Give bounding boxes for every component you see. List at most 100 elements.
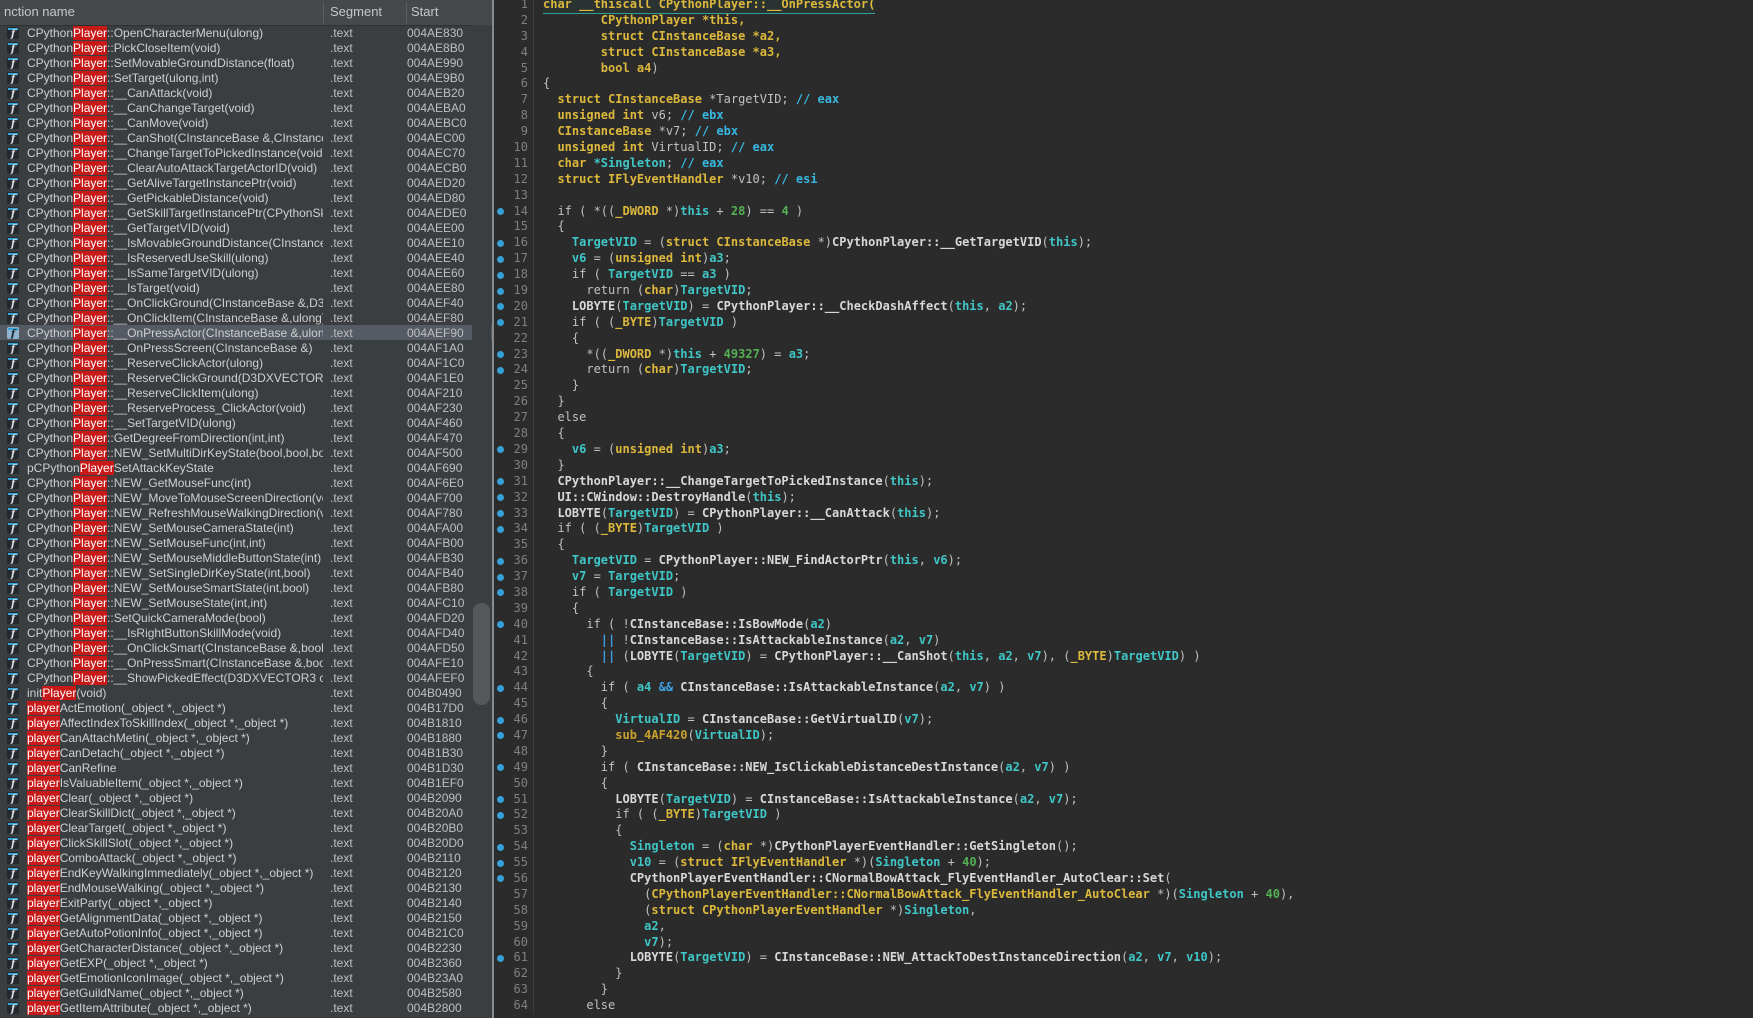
function-row[interactable]: fCPythonPlayer::__CanChangeTarget(void).…: [0, 100, 492, 115]
pseudocode-line[interactable]: 29 v6 = (unsigned int)a3;: [494, 442, 1753, 458]
function-row[interactable]: fCPythonPlayer::__ChangeTargetToPickedIn…: [0, 145, 492, 160]
function-row[interactable]: fCPythonPlayer::NEW_SetSingleDirKeyState…: [0, 565, 492, 580]
pseudocode-line[interactable]: 8 unsigned int v6; // ebx: [494, 108, 1753, 124]
function-row[interactable]: fCPythonPlayer::__OnClickItem(CInstanceB…: [0, 310, 492, 325]
function-row[interactable]: fplayerGetAlignmentData(_object *,_objec…: [0, 910, 492, 925]
pseudocode-line[interactable]: 64 else: [494, 998, 1753, 1014]
pseudocode-line[interactable]: 2 CPythonPlayer *this,: [494, 13, 1753, 29]
pseudocode-line[interactable]: 15 {: [494, 219, 1753, 235]
function-row[interactable]: fCPythonPlayer::NEW_GetMouseFunc(int).te…: [0, 475, 492, 490]
function-row[interactable]: fCPythonPlayer::__OnPressActor(CInstance…: [0, 325, 492, 340]
pseudocode-line[interactable]: 42 || (LOBYTE(TargetVID) = CPythonPlayer…: [494, 649, 1753, 665]
function-row[interactable]: fplayerCanRefine.text004B1D30: [0, 760, 492, 775]
pseudocode-line[interactable]: 11 char *Singleton; // eax: [494, 156, 1753, 172]
pseudocode-line[interactable]: 22 {: [494, 331, 1753, 347]
pseudocode-line[interactable]: 6{: [494, 76, 1753, 92]
function-row[interactable]: fCPythonPlayer::__OnClickSmart(CInstance…: [0, 640, 492, 655]
function-row[interactable]: fplayerClearTarget(_object *,_object *).…: [0, 820, 492, 835]
pseudocode-line[interactable]: 56 CPythonPlayerEventHandler::CNormalBow…: [494, 871, 1753, 887]
function-row[interactable]: fCPythonPlayer::__IsSameTargetVID(ulong)…: [0, 265, 492, 280]
pseudocode-line[interactable]: 34 if ( (_BYTE)TargetVID ): [494, 521, 1753, 537]
pseudocode-line[interactable]: 59 a2,: [494, 919, 1753, 935]
function-row[interactable]: fplayerEndMouseWalking(_object *,_object…: [0, 880, 492, 895]
pseudocode-line[interactable]: 40 if ( !CInstanceBase::IsBowMode(a2): [494, 617, 1753, 633]
function-row[interactable]: fCPythonPlayer::NEW_SetMultiDirKeyState(…: [0, 445, 492, 460]
pseudocode-line[interactable]: 1char __thiscall CPythonPlayer::__OnPres…: [494, 0, 1753, 13]
function-row[interactable]: fplayerExitParty(_object *,_object *).te…: [0, 895, 492, 910]
function-row[interactable]: fCPythonPlayer::__ReserveProcess_ClickAc…: [0, 400, 492, 415]
function-row[interactable]: fCPythonPlayer::__ClearAutoAttackTargetA…: [0, 160, 492, 175]
pseudocode-line[interactable]: 36 TargetVID = CPythonPlayer::NEW_FindAc…: [494, 553, 1753, 569]
pseudocode-line[interactable]: 20 LOBYTE(TargetVID) = CPythonPlayer::__…: [494, 299, 1753, 315]
pseudocode-line[interactable]: 55 v10 = (struct IFlyEventHandler *)(Sin…: [494, 855, 1753, 871]
pseudocode-line[interactable]: 39 {: [494, 601, 1753, 617]
pseudocode-line[interactable]: 27 else: [494, 410, 1753, 426]
pseudocode-line[interactable]: 3 struct CInstanceBase *a2,: [494, 29, 1753, 45]
column-header-function-name[interactable]: nction name: [4, 4, 75, 19]
pseudocode-line[interactable]: 60 v7);: [494, 935, 1753, 951]
pseudocode-line[interactable]: 43 {: [494, 664, 1753, 680]
column-divider[interactable]: [323, 2, 324, 23]
function-row[interactable]: fCPythonPlayer::SetQuickCameraMode(bool)…: [0, 610, 492, 625]
pseudocode-line[interactable]: 53 {: [494, 823, 1753, 839]
function-row[interactable]: fCPythonPlayer::SetMovableGroundDistance…: [0, 55, 492, 70]
function-row[interactable]: fCPythonPlayer::__OnPressScreen(CInstanc…: [0, 340, 492, 355]
pseudocode-line[interactable]: 21 if ( (_BYTE)TargetVID ): [494, 315, 1753, 331]
function-row[interactable]: fplayerGetCharacterDistance(_object *,_o…: [0, 940, 492, 955]
pseudocode-line[interactable]: 31 CPythonPlayer::__ChangeTargetToPicked…: [494, 474, 1753, 490]
pseudocode-line[interactable]: 14 if ( *((_DWORD *)this + 28) == 4 ): [494, 204, 1753, 220]
pseudocode-line[interactable]: 37 v7 = TargetVID;: [494, 569, 1753, 585]
pseudocode-line[interactable]: 50 {: [494, 776, 1753, 792]
pseudocode-line[interactable]: 54 Singleton = (char *)CPythonPlayerEven…: [494, 839, 1753, 855]
pseudocode-line[interactable]: 13: [494, 188, 1753, 204]
function-row[interactable]: fCPythonPlayer::__GetSkillTargetInstance…: [0, 205, 492, 220]
pseudocode-line[interactable]: 10 unsigned int VirtualID; // eax: [494, 140, 1753, 156]
pseudocode-line[interactable]: 38 if ( TargetVID ): [494, 585, 1753, 601]
pseudocode-line[interactable]: 46 VirtualID = CInstanceBase::GetVirtual…: [494, 712, 1753, 728]
pseudocode-line[interactable]: 62 }: [494, 966, 1753, 982]
function-row[interactable]: fCPythonPlayer::__GetAliveTargetInstance…: [0, 175, 492, 190]
functions-scrollbar[interactable]: [472, 25, 491, 1018]
function-row[interactable]: fCPythonPlayer::PickCloseItem(void).text…: [0, 40, 492, 55]
pseudocode-line[interactable]: 48 }: [494, 744, 1753, 760]
pseudocode-line[interactable]: 9 CInstanceBase *v7; // ebx: [494, 124, 1753, 140]
pseudocode-line[interactable]: 7 struct CInstanceBase *TargetVID; // ea…: [494, 92, 1753, 108]
function-row[interactable]: fCPythonPlayer::OpenCharacterMenu(ulong)…: [0, 25, 492, 40]
pseudocode-line[interactable]: 30 }: [494, 458, 1753, 474]
column-header-start[interactable]: Start: [411, 4, 438, 19]
function-row[interactable]: fCPythonPlayer::SetTarget(ulong,int).tex…: [0, 70, 492, 85]
function-row[interactable]: fCPythonPlayer::NEW_SetMouseState(int,in…: [0, 595, 492, 610]
pseudocode-line[interactable]: 41 || !CInstanceBase::IsAttackableInstan…: [494, 633, 1753, 649]
function-row[interactable]: fplayerGetGuildName(_object *,_object *)…: [0, 985, 492, 1000]
pseudocode-line[interactable]: 63 }: [494, 982, 1753, 998]
function-row[interactable]: fCPythonPlayer::__ReserveClickActor(ulon…: [0, 355, 492, 370]
function-row[interactable]: fCPythonPlayer::__ReserveClickItem(ulong…: [0, 385, 492, 400]
function-row[interactable]: fplayerCanDetach(_object *,_object *).te…: [0, 745, 492, 760]
function-row[interactable]: fCPythonPlayer::NEW_SetMouseCameraState(…: [0, 520, 492, 535]
pseudocode-line[interactable]: 24 return (char)TargetVID;: [494, 362, 1753, 378]
function-row[interactable]: fCPythonPlayer::__GetPickableDistance(vo…: [0, 190, 492, 205]
function-row[interactable]: fCPythonPlayer::__SetTargetVID(ulong).te…: [0, 415, 492, 430]
function-row[interactable]: fplayerCanAttachMetin(_object *,_object …: [0, 730, 492, 745]
function-row[interactable]: fCPythonPlayer::__GetTargetVID(void).tex…: [0, 220, 492, 235]
function-row[interactable]: fCPythonPlayer::GetDegreeFromDirection(i…: [0, 430, 492, 445]
functions-scrollbar-thumb[interactable]: [473, 603, 490, 705]
function-row[interactable]: fCPythonPlayer::__IsRightButtonSkillMode…: [0, 625, 492, 640]
function-row[interactable]: fCPythonPlayer::__CanShot(CInstanceBase …: [0, 130, 492, 145]
function-row[interactable]: fpCPythonPlayerSetAttackKeyState.text004…: [0, 460, 492, 475]
function-row[interactable]: fCPythonPlayer::NEW_SetMouseSmartState(i…: [0, 580, 492, 595]
function-row[interactable]: fCPythonPlayer::NEW_MoveToMouseScreenDir…: [0, 490, 492, 505]
column-divider[interactable]: [406, 2, 407, 23]
pseudocode-line[interactable]: 51 LOBYTE(TargetVID) = CInstanceBase::Is…: [494, 792, 1753, 808]
function-row[interactable]: fCPythonPlayer::__OnPressSmart(CInstance…: [0, 655, 492, 670]
pseudocode-line[interactable]: 16 TargetVID = (struct CInstanceBase *)C…: [494, 235, 1753, 251]
pseudocode-line[interactable]: 44 if ( a4 && CInstanceBase::IsAttackabl…: [494, 680, 1753, 696]
function-row[interactable]: fplayerComboAttack(_object *,_object *).…: [0, 850, 492, 865]
pseudocode-line[interactable]: 33 LOBYTE(TargetVID) = CPythonPlayer::__…: [494, 506, 1753, 522]
pseudocode-line[interactable]: 35 {: [494, 537, 1753, 553]
pseudocode-line[interactable]: 49 if ( CInstanceBase::NEW_IsClickableDi…: [494, 760, 1753, 776]
pseudocode-line[interactable]: 57 (CPythonPlayerEventHandler::CNormalBo…: [494, 887, 1753, 903]
function-row[interactable]: fplayerClearSkillDict(_object *,_object …: [0, 805, 492, 820]
function-row[interactable]: fCPythonPlayer::__CanMove(void).text004A…: [0, 115, 492, 130]
pseudocode-line[interactable]: 18 if ( TargetVID == a3 ): [494, 267, 1753, 283]
